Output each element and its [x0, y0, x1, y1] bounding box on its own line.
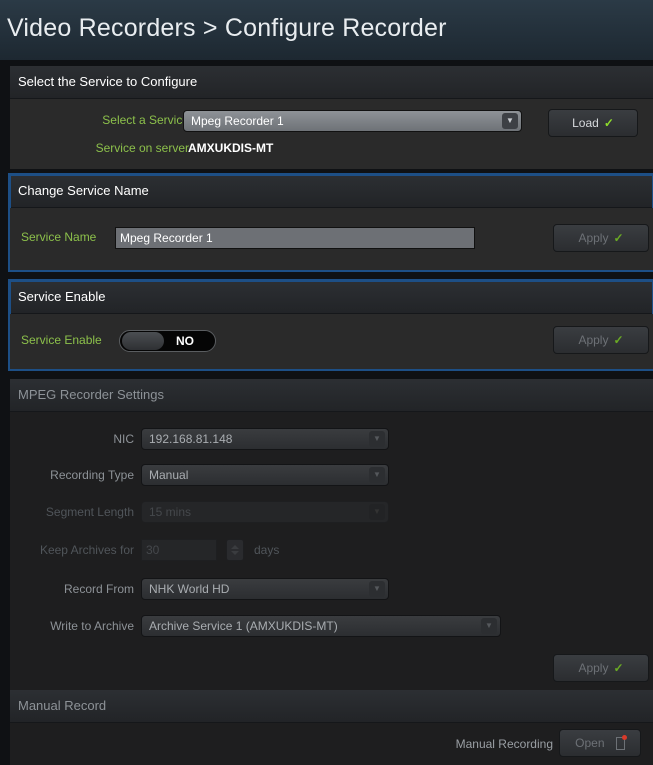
keep-archives-stepper: [226, 539, 244, 561]
nic-select[interactable]: 192.168.81.148 ▼: [141, 428, 389, 450]
open-button-label: Open: [575, 736, 605, 750]
server-value: AMXUKDIS-MT: [188, 141, 274, 155]
change-name-heading: Change Service Name: [10, 175, 653, 208]
keep-archives-input: 30: [141, 539, 217, 561]
load-button[interactable]: Load ✓: [548, 109, 638, 137]
nic-value: 192.168.81.148: [149, 432, 233, 446]
chevron-down-icon: ▼: [369, 467, 385, 483]
recording-type-label: Recording Type: [50, 468, 134, 482]
recording-type-select[interactable]: Manual ▼: [141, 464, 389, 486]
manual-recording-label: Manual Recording: [455, 737, 553, 751]
segment-length-label: Segment Length: [45, 505, 134, 519]
segment-length-value: 15 mins: [149, 505, 192, 519]
write-archive-label: Write to Archive: [50, 619, 134, 633]
change-name-body: Service Name Mpeg Recorder 1 Apply ✓: [10, 208, 653, 270]
check-icon: ✓: [603, 116, 614, 130]
service-select-value: Mpeg Recorder 1: [191, 114, 284, 128]
service-enable-heading: Service Enable: [10, 281, 653, 314]
write-archive-value: Archive Service 1 (AMXUKDIS-MT): [149, 619, 338, 633]
service-enable-body: Service Enable NO Apply ✓: [10, 314, 653, 369]
chevron-down-icon: ▼: [369, 581, 385, 597]
mpeg-settings-body: NIC 192.168.81.148 ▼ Recording Type Manu…: [10, 412, 653, 708]
check-icon: ✓: [613, 661, 624, 675]
manual-record-panel: Manual Record Manual Recording Open: [10, 690, 653, 765]
service-enable-toggle[interactable]: NO: [119, 330, 216, 352]
check-icon: ✓: [613, 231, 624, 245]
service-name-input[interactable]: Mpeg Recorder 1: [115, 227, 475, 249]
chevron-down-icon: ▼: [369, 431, 385, 447]
select-service-heading: Select the Service to Configure: [10, 66, 653, 99]
toggle-state-label: NO: [176, 334, 194, 348]
select-service-label: Select a Service: [102, 113, 189, 127]
record-from-label: Record From: [63, 582, 134, 596]
apply-enable-button[interactable]: Apply ✓: [553, 326, 649, 354]
apply-enable-label: Apply: [578, 333, 609, 347]
apply-name-label: Apply: [578, 231, 609, 245]
load-button-label: Load: [572, 116, 599, 130]
keep-archives-label: Keep Archives for: [39, 543, 134, 557]
chevron-down-icon: ▼: [481, 618, 497, 634]
change-name-panel: Change Service Name Service Name Mpeg Re…: [8, 173, 653, 272]
title-bar: Video Recorders > Configure Recorder: [0, 0, 653, 60]
select-service-panel: Select the Service to Configure Select a…: [10, 66, 653, 169]
record-icon: [615, 735, 627, 751]
chevron-down-icon: ▼: [502, 113, 518, 129]
write-archive-select[interactable]: Archive Service 1 (AMXUKDIS-MT) ▼: [141, 615, 501, 637]
mpeg-settings-panel: MPEG Recorder Settings NIC 192.168.81.14…: [10, 379, 653, 708]
record-from-value: NHK World HD: [149, 582, 230, 596]
manual-record-body: Manual Recording Open: [10, 723, 653, 765]
recording-type-value: Manual: [149, 468, 189, 482]
service-enable-panel: Service Enable Service Enable NO Apply ✓: [8, 279, 653, 371]
select-service-body: Select a Service Mpeg Recorder 1 ▼ Load ✓…: [10, 99, 653, 169]
toggle-knob: [122, 332, 164, 350]
segment-length-select: 15 mins ▼: [141, 501, 389, 523]
chevron-down-icon: ▼: [369, 504, 385, 520]
nic-label: NIC: [113, 432, 134, 446]
keep-archives-unit: days: [254, 543, 280, 557]
record-from-select[interactable]: NHK World HD ▼: [141, 578, 389, 600]
server-label: Service on server: [95, 141, 189, 155]
apply-name-button[interactable]: Apply ✓: [553, 224, 649, 252]
page-title: Video Recorders > Configure Recorder: [7, 14, 447, 42]
check-icon: ✓: [613, 333, 624, 347]
apply-settings-button[interactable]: Apply ✓: [553, 654, 649, 682]
open-button[interactable]: Open: [559, 729, 641, 757]
service-name-label: Service Name: [21, 230, 97, 244]
service-enable-label: Service Enable: [21, 333, 102, 347]
manual-record-heading: Manual Record: [10, 690, 653, 723]
mpeg-settings-heading: MPEG Recorder Settings: [10, 379, 653, 412]
apply-settings-label: Apply: [578, 661, 609, 675]
service-select[interactable]: Mpeg Recorder 1 ▼: [183, 110, 522, 132]
